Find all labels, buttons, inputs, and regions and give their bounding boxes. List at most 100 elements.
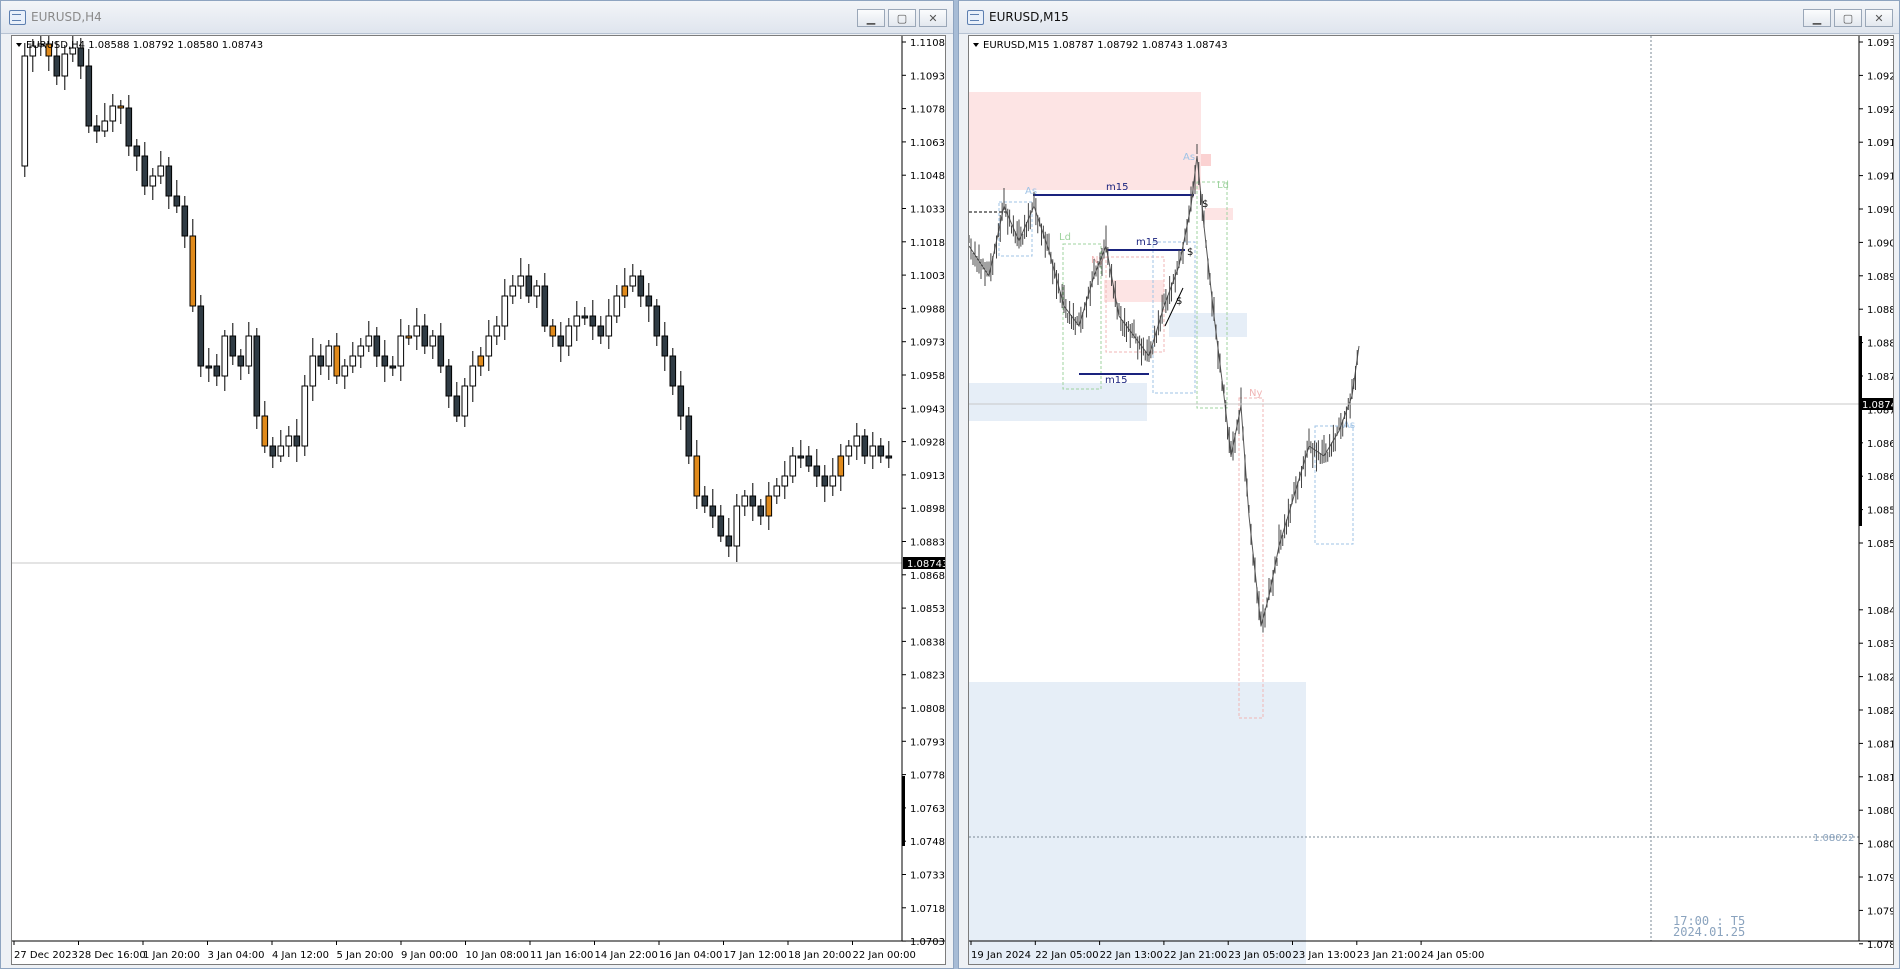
- candle-body: [869, 445, 877, 457]
- price-tick-label: 1.08072: [1867, 806, 1894, 817]
- price-tick-label: 1.10485: [910, 171, 946, 182]
- price-tick-label: 1.08127: [1867, 773, 1894, 784]
- price-tick-label: 1.09337: [1867, 38, 1894, 49]
- candle-body: [861, 435, 869, 457]
- price-tick-label: 1.08237: [1867, 706, 1894, 717]
- price-tick-label: 1.08385: [910, 637, 946, 648]
- candle-body: [269, 445, 277, 457]
- candle-body: [837, 455, 845, 477]
- title-bar[interactable]: EURUSD,H4 ▁ ▢ ✕: [1, 1, 953, 34]
- demand-zone: [969, 682, 1306, 964]
- chart-canvas[interactable]: 1.11080 1.10930 1.10780 1.10635 1.10485 1.103…: [12, 36, 946, 965]
- price-chart[interactable]: m15 m15 m15 $ $ $ As Ld Ny As Ld Ny As 1…: [968, 35, 1894, 965]
- candle-body: [133, 145, 141, 157]
- chart-canvas[interactable]: m15 m15 m15 $ $ $ As Ld Ny As Ld Ny As 1…: [969, 36, 1894, 965]
- price-chart[interactable]: 1.11080 1.10930 1.10780 1.10635 1.10485 1.103…: [11, 35, 946, 965]
- candle-body: [245, 335, 253, 367]
- candle-body: [293, 435, 301, 447]
- collapse-triangle-icon[interactable]: [16, 43, 22, 47]
- candle-body: [757, 505, 765, 517]
- candle-body: [237, 355, 245, 367]
- price-tick-label: 1.07035: [910, 937, 946, 948]
- chart-info: EURUSD,H4 1.08588 1.08792 1.08580 1.0874…: [26, 40, 263, 51]
- candle-body: [341, 365, 349, 377]
- price-tick-label: 1.08842: [1867, 339, 1894, 350]
- time-tick-label: 16 Jan 04:00: [659, 950, 722, 961]
- candle-body: [149, 175, 157, 187]
- price-tick-label: 1.08985: [910, 504, 946, 515]
- close-button[interactable]: ✕: [1865, 9, 1893, 27]
- candle-body: [221, 335, 229, 377]
- scroll-indicator[interactable]: [1859, 336, 1862, 526]
- candle-body: [597, 325, 605, 337]
- maximize-icon: ▢: [896, 12, 908, 25]
- time-tick-label: 23 Jan 05:00: [1228, 950, 1291, 961]
- candle-body: [93, 125, 101, 132]
- price-tick-label: 1.09285: [910, 438, 946, 449]
- price-tick-label: 1.08235: [910, 671, 946, 682]
- candle-body: [349, 355, 357, 367]
- price-tick-label: 1.08952: [1867, 272, 1894, 283]
- candle-body: [885, 455, 893, 459]
- price-tick-label: 1.07785: [910, 771, 946, 782]
- minimize-button[interactable]: ▁: [1803, 9, 1831, 27]
- candle-body: [565, 325, 573, 347]
- title-bar[interactable]: EURUSD,M15 ▁ ▢ ✕: [959, 1, 1899, 34]
- candle-body: [333, 345, 341, 377]
- close-button[interactable]: ✕: [919, 9, 947, 27]
- crosshair-price-label: 1.08022: [1813, 833, 1854, 844]
- candle-body: [877, 445, 885, 457]
- session-label-asia: As: [1183, 152, 1195, 163]
- candle-body: [205, 365, 213, 369]
- maximize-button[interactable]: ▢: [888, 9, 916, 27]
- time-tick-label: 1 Jan 20:00: [143, 950, 200, 961]
- price-tick-label: 1.09585: [910, 371, 946, 382]
- candle-body: [725, 535, 733, 547]
- sweep-mark: $: [1176, 296, 1182, 307]
- price-tick-label: 1.08085: [910, 704, 946, 715]
- scroll-indicator[interactable]: [902, 776, 905, 846]
- candle-body: [109, 105, 117, 122]
- price-tick-label: 1.10035: [910, 271, 946, 282]
- candle-body: [117, 105, 125, 109]
- price-tick-label: 1.09062: [1867, 205, 1894, 216]
- maximize-button[interactable]: ▢: [1834, 9, 1862, 27]
- candle-body: [701, 495, 709, 507]
- time-tick-label: 11 Jan 16:00: [530, 950, 593, 961]
- time-tick-label: 22 Jan 05:00: [1035, 950, 1098, 961]
- candle-body: [181, 205, 189, 237]
- candle-body: [661, 335, 669, 357]
- time-tick-label: 4 Jan 12:00: [272, 950, 329, 961]
- supply-zone: [1205, 208, 1233, 220]
- minimize-button[interactable]: ▁: [857, 9, 885, 27]
- demand-zone: [969, 383, 1147, 421]
- candle-body: [21, 55, 29, 167]
- candle-body: [325, 345, 333, 367]
- chart-window-eurusd-h4[interactable]: EURUSD,H4 ▁ ▢ ✕ 1.110801.109301.107801.1…: [0, 0, 954, 969]
- close-icon: ✕: [928, 12, 938, 25]
- candle-body: [581, 315, 589, 319]
- price-tick-label: 1.10930: [910, 71, 946, 82]
- candle-body: [229, 335, 237, 357]
- session-label-asia: As: [1025, 186, 1037, 197]
- candle-body: [317, 355, 325, 367]
- session-box-asia: [1314, 425, 1354, 545]
- session-box-asia: [998, 201, 1033, 257]
- price-tick-label: 1.08787: [1867, 372, 1894, 383]
- candle-body: [365, 335, 373, 347]
- session-label-london: Ld: [1059, 232, 1071, 243]
- candle-body: [485, 335, 493, 357]
- chart-window-eurusd-m15[interactable]: EURUSD,M15 ▁ ▢ ✕ m15 m15 m15 $ $ $ As Ld…: [958, 0, 1900, 969]
- price-tick-label: 1.11080: [910, 38, 946, 49]
- candle-body: [285, 435, 293, 447]
- candle-body: [629, 275, 637, 287]
- candle-body: [61, 53, 69, 77]
- candle-body: [605, 315, 613, 337]
- session-label-london: Ld: [1217, 180, 1229, 191]
- price-tick-label: 1.09282: [1867, 71, 1894, 82]
- candle-body: [589, 315, 597, 327]
- price-tick-label: 1.09117: [1867, 172, 1894, 183]
- candle-body: [845, 445, 853, 457]
- collapse-triangle-icon[interactable]: [973, 43, 979, 47]
- time-tick-label: 22 Jan 21:00: [1164, 950, 1227, 961]
